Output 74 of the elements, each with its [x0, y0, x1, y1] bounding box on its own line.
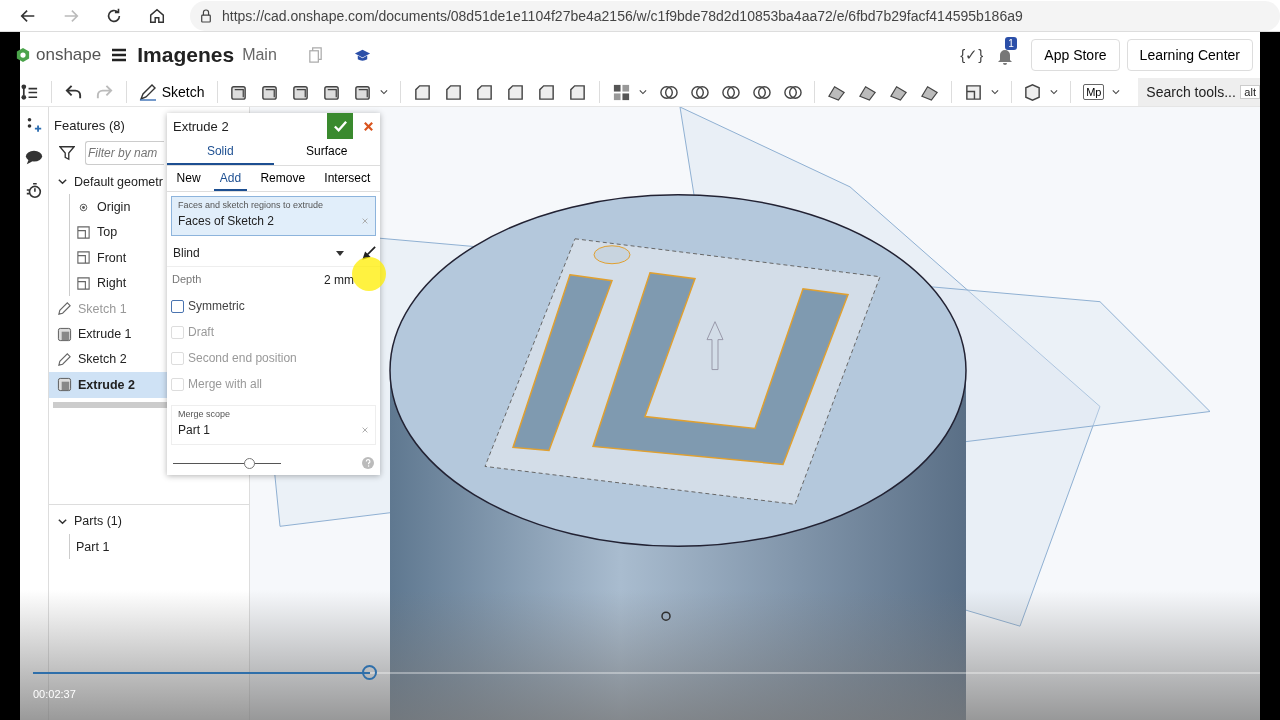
pencil-icon [57, 301, 72, 317]
code-badge[interactable]: {✓} [960, 46, 984, 64]
checkbox-label: Draft [188, 325, 214, 339]
address-bar[interactable]: https://cad.onshape.com/documents/08d51de1e1104f27be4a2156/w/c1f9bde78d2d10853ba4aa72/e/6fbd7b29facf414595b186a9 [190, 0, 1280, 31]
checkbox[interactable] [171, 299, 184, 313]
plane-icon[interactable] [963, 82, 983, 102]
comment-icon[interactable] [25, 149, 43, 167]
check-icon [332, 118, 348, 134]
logo-text: onshape [36, 45, 102, 65]
operation-tab[interactable]: New [170, 166, 207, 191]
dialog-tab[interactable]: Surface [273, 139, 380, 165]
pencil-icon [57, 351, 72, 367]
depth-label: Depth [172, 273, 202, 287]
field-label: Faces and sketch regions to extrude [178, 200, 325, 210]
origin-marker [661, 611, 671, 621]
field-label: Merge scope [178, 409, 232, 419]
dialog-title: Extrude 2 [173, 118, 230, 134]
dialog-tab[interactable]: Solid [167, 139, 274, 165]
field-value: Part 1 [178, 423, 210, 437]
mp-button[interactable]: Mp [1083, 84, 1105, 100]
search-bar[interactable]: Search tools... alt [1138, 78, 1260, 106]
plane-icon [76, 250, 91, 266]
checkbox-label: Symmetric [188, 299, 245, 313]
caret-icon[interactable] [990, 89, 999, 95]
shortcut-key: alt [1240, 85, 1260, 99]
view-cube-icon[interactable] [1023, 82, 1043, 102]
checkbox-label: Second end position [188, 351, 297, 365]
notification-badge: 1 [1005, 37, 1017, 50]
header-button[interactable]: Learning Center [1126, 39, 1253, 71]
extrude-icon [57, 326, 72, 342]
direction-arrow-icon [706, 321, 724, 371]
document-title: Imagenes [137, 43, 235, 67]
caret-icon[interactable] [639, 89, 647, 95]
panel-title: Features (8) [54, 118, 125, 133]
field-value: Faces of Sketch 2 [178, 214, 275, 228]
parts-header[interactable]: Parts (1) [49, 508, 249, 534]
pattern-icon[interactable] [612, 82, 632, 102]
filter-icon[interactable] [59, 145, 75, 161]
search-field[interactable]: Search tools... [1138, 78, 1241, 106]
caret-icon[interactable] [1050, 89, 1059, 95]
header-button[interactable]: App Store [1031, 39, 1120, 71]
stopwatch-icon[interactable] [25, 181, 43, 199]
operation-tab[interactable]: Add [213, 166, 248, 191]
caret-icon [336, 250, 344, 256]
video-time: 00:02:37 [33, 688, 76, 700]
slider-thumb[interactable] [243, 457, 255, 469]
part-item[interactable]: Part 1 [76, 533, 249, 560]
close-icon[interactable] [363, 120, 374, 132]
add-node-icon[interactable] [25, 117, 43, 135]
selection-field[interactable]: Faces and sketch regions to extrude Faces of Sketch 2 [171, 196, 376, 236]
extrude-icon [57, 377, 72, 393]
flip-arrow-icon[interactable] [362, 246, 376, 260]
operation-tab[interactable]: Remove [254, 166, 312, 191]
pencil-icon [138, 83, 157, 101]
filter-field[interactable]: Filter by nam [85, 141, 164, 165]
plane-icon [76, 275, 91, 291]
end-type-dropdown[interactable]: Blind [173, 244, 362, 262]
operation-tab[interactable]: Intersect [318, 166, 377, 191]
home-icon[interactable] [148, 6, 166, 25]
reload-icon[interactable] [105, 6, 123, 25]
caret-icon[interactable] [1112, 89, 1121, 95]
depth-field[interactable]: 2 mm [324, 273, 354, 287]
bell-icon[interactable] [997, 48, 1014, 66]
accept-button[interactable] [327, 113, 353, 139]
merge-scope-field[interactable]: Merge scope Part 1 [171, 405, 376, 445]
sketch-button[interactable]: Sketch [138, 83, 205, 101]
menu-icon[interactable] [111, 48, 128, 62]
plane-icon [76, 224, 91, 240]
progress-handle[interactable] [362, 665, 378, 680]
lock-icon [200, 8, 212, 23]
caret-icon[interactable] [380, 89, 389, 95]
branch-label: Main [242, 46, 277, 64]
url-text: https://cad.onshape.com/documents/08d51de1e1104f27be4a2156/w/c1f9bde78d2d10853ba4aa72/e/6fbd7b29facf414595b186a9 [222, 7, 1023, 24]
feature-list-icon[interactable] [20, 82, 39, 102]
